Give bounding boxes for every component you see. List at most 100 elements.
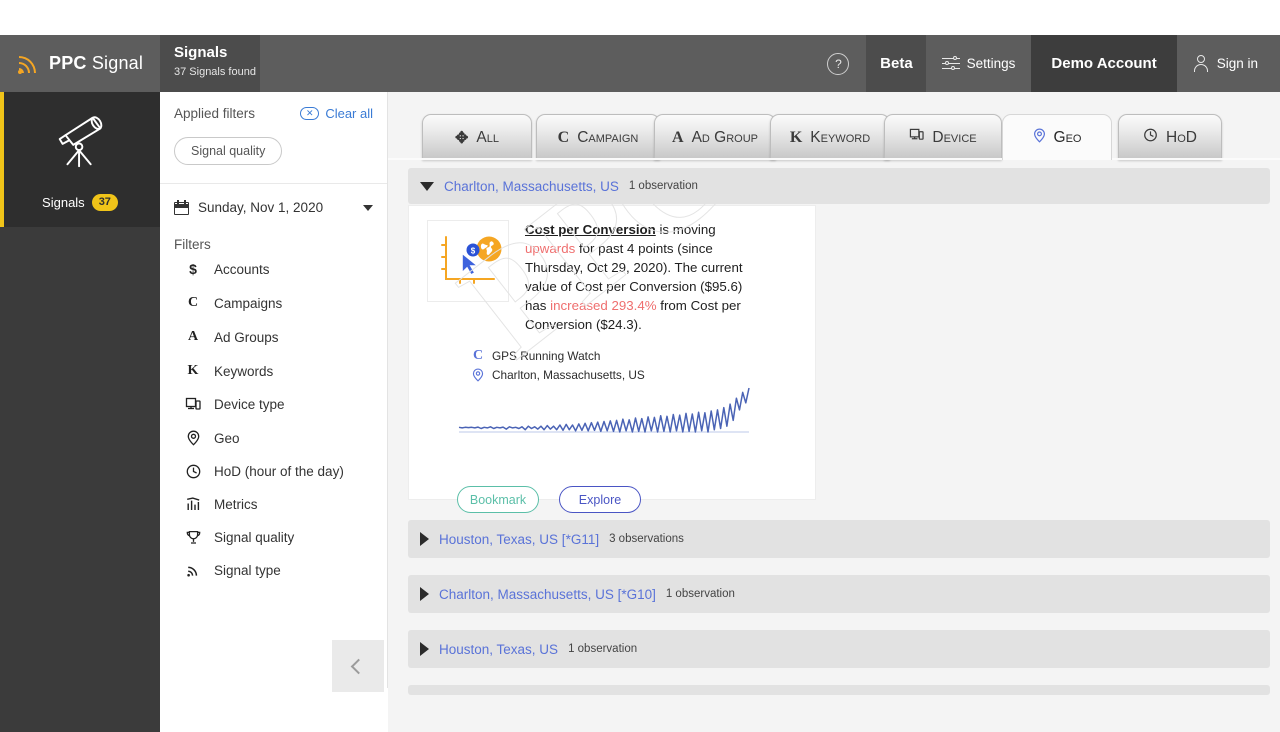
chevron-right-icon[interactable] bbox=[420, 532, 429, 546]
filter-item-label: Ad Groups bbox=[214, 329, 279, 345]
settings-label: Settings bbox=[966, 56, 1016, 71]
filter-item-label: Signal type bbox=[214, 563, 281, 578]
date-picker[interactable]: Sunday, Nov 1, 2020 bbox=[160, 184, 387, 215]
chevron-left-icon bbox=[350, 658, 366, 674]
group-name[interactable]: Houston, Texas, US bbox=[439, 642, 558, 657]
sidebar-item-signals[interactable]: Signals 37 bbox=[0, 92, 160, 227]
group-name[interactable]: Charlton, Massachusetts, US bbox=[444, 179, 619, 194]
metrics-icon bbox=[184, 497, 202, 512]
help-icon: ? bbox=[827, 52, 850, 75]
rss-icon bbox=[16, 53, 40, 75]
group-header-collapsed-1[interactable]: Houston, Texas, US [*G11] 3 observations bbox=[408, 520, 1270, 558]
group-name[interactable]: Charlton, Massachusetts, US [*G10] bbox=[439, 587, 656, 602]
device-icon bbox=[909, 128, 925, 147]
rss-icon bbox=[184, 563, 202, 578]
group-observations: 3 observations bbox=[609, 533, 684, 545]
chevron-right-icon[interactable] bbox=[420, 587, 429, 601]
filters-collapse-button[interactable] bbox=[332, 640, 384, 692]
header-signals-tab[interactable]: Signals 37 Signals found bbox=[160, 35, 260, 92]
telescope-icon bbox=[58, 116, 103, 168]
header-spacer bbox=[260, 35, 810, 92]
card-actions: Bookmark Explore bbox=[457, 486, 641, 513]
clear-all-label: Clear all bbox=[325, 106, 373, 121]
filter-item-geo[interactable]: Geo bbox=[160, 421, 387, 455]
tab-hod[interactable]: HoD bbox=[1118, 114, 1222, 160]
signin-button[interactable]: Sign in bbox=[1176, 35, 1280, 92]
tab-label: Keyword bbox=[810, 128, 871, 146]
filters-heading: Filters bbox=[174, 237, 211, 252]
beta-button[interactable]: Beta bbox=[866, 35, 927, 92]
entity-tabbar: ✥ All C Campaign A Ad Group K Keyword De… bbox=[388, 92, 1280, 160]
signal-description: Cost per Conversion is moving upwards fo… bbox=[525, 220, 757, 334]
group-header-partial[interactable] bbox=[408, 685, 1270, 695]
rail-signals-label-row: Signals 37 bbox=[0, 194, 160, 211]
pin-icon bbox=[471, 368, 485, 382]
chevron-down-icon[interactable] bbox=[420, 181, 434, 191]
tab-all[interactable]: ✥ All bbox=[422, 114, 532, 160]
tab-label: All bbox=[476, 128, 499, 146]
group-header-collapsed-2[interactable]: Charlton, Massachusetts, US [*G10] 1 obs… bbox=[408, 575, 1270, 613]
adgroup-a-icon: A bbox=[187, 329, 199, 344]
signal-metric-name[interactable]: Cost per Conversion bbox=[525, 222, 656, 237]
filter-item-accounts[interactable]: $ Accounts bbox=[160, 252, 387, 286]
user-icon bbox=[1193, 55, 1209, 72]
brand-light: Signal bbox=[86, 53, 144, 73]
help-button[interactable]: ? bbox=[810, 35, 866, 92]
trophy-icon bbox=[184, 530, 202, 545]
chevron-right-icon[interactable] bbox=[420, 642, 429, 656]
clock-icon bbox=[1143, 128, 1158, 147]
dollar-icon: $ bbox=[189, 261, 197, 277]
campaign-c-icon: C bbox=[472, 348, 484, 363]
tab-keyword[interactable]: K Keyword bbox=[770, 114, 890, 160]
filter-item-metrics[interactable]: Metrics bbox=[160, 488, 387, 521]
app-header: PPC Signal Signals 37 Signals found ? Be… bbox=[0, 35, 1280, 92]
bookmark-button[interactable]: Bookmark bbox=[457, 486, 539, 513]
filter-item-device-type[interactable]: Device type bbox=[160, 388, 387, 421]
settings-button[interactable]: Settings bbox=[926, 35, 1032, 92]
calendar-icon bbox=[174, 200, 189, 215]
tab-geo[interactable]: Geo bbox=[1002, 114, 1112, 160]
pin-icon bbox=[184, 430, 202, 446]
explore-button[interactable]: Explore bbox=[559, 486, 641, 513]
applied-filter-chip[interactable]: Signal quality bbox=[174, 137, 283, 165]
clear-all-button[interactable]: ✕ Clear all bbox=[300, 106, 373, 121]
close-icon: ✕ bbox=[300, 107, 320, 120]
group-name[interactable]: Houston, Texas, US [*G11] bbox=[439, 532, 599, 547]
tab-campaign[interactable]: C Campaign bbox=[536, 114, 660, 160]
filter-item-adgroups[interactable]: A Ad Groups bbox=[160, 320, 387, 354]
group-header-expanded[interactable]: Charlton, Massachusetts, US 1 observatio… bbox=[408, 168, 1270, 204]
filter-item-signal-quality[interactable]: Signal quality bbox=[160, 521, 387, 554]
svg-text:$: $ bbox=[471, 247, 476, 256]
filter-item-label: Device type bbox=[214, 397, 285, 412]
group-header-collapsed-3[interactable]: Houston, Texas, US 1 observation bbox=[408, 630, 1270, 668]
tab-label: Geo bbox=[1053, 128, 1082, 146]
brand-bold: PPC bbox=[49, 53, 87, 73]
signals-count-badge: 37 bbox=[91, 194, 118, 211]
signal-direction: upwards bbox=[525, 241, 576, 256]
signal-geo: Charlton, Massachusetts, US bbox=[492, 368, 645, 382]
move-icon: ✥ bbox=[455, 129, 469, 147]
filter-item-label: Signal quality bbox=[214, 530, 295, 545]
sparkline-path bbox=[458, 387, 750, 433]
rail-background bbox=[0, 227, 160, 732]
tab-adgroup[interactable]: A Ad Group bbox=[654, 114, 776, 160]
account-button[interactable]: Demo Account bbox=[1031, 35, 1177, 92]
filter-item-label: Metrics bbox=[214, 497, 258, 512]
group-observations: 1 observation bbox=[628, 180, 698, 192]
tab-device[interactable]: Device bbox=[884, 114, 1002, 160]
filter-item-label: HoD (hour of the day) bbox=[214, 464, 344, 479]
filter-panel: Applied filters ✕ Clear all Signal quali… bbox=[160, 92, 388, 688]
signin-label: Sign in bbox=[1216, 56, 1258, 71]
tabbar-baseline bbox=[388, 158, 1280, 160]
filter-item-campaigns[interactable]: C Campaigns bbox=[160, 286, 387, 320]
selected-date: Sunday, Nov 1, 2020 bbox=[198, 200, 324, 215]
signal-change: increased 293.4% bbox=[550, 298, 657, 313]
filter-item-keywords[interactable]: K Keywords bbox=[160, 354, 387, 388]
brand-logo[interactable]: PPC Signal bbox=[0, 35, 160, 92]
tab-label: HoD bbox=[1166, 128, 1197, 146]
filter-item-hod[interactable]: HoD (hour of the day) bbox=[160, 455, 387, 488]
filter-item-signal-type[interactable]: Signal type bbox=[160, 554, 387, 587]
tab-label: Device bbox=[932, 128, 977, 146]
applied-filters-title: Applied filters bbox=[174, 106, 256, 121]
signal-geo-row: Charlton, Massachusetts, US bbox=[471, 368, 815, 382]
